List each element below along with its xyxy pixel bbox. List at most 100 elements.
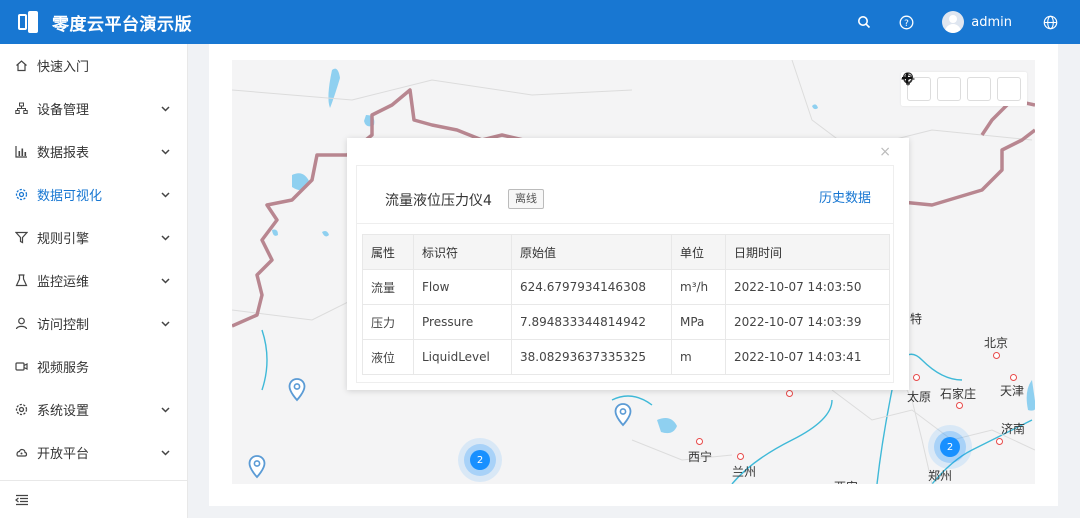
unit-cell: m [671, 339, 726, 375]
globe-icon[interactable] [1042, 14, 1058, 30]
chevron-down-icon [161, 321, 170, 327]
city-label: 济南 [1001, 422, 1026, 436]
city-marker[interactable] [913, 374, 920, 381]
unit-cell: m³/h [671, 269, 726, 305]
menu-collapse-icon[interactable] [15, 494, 29, 506]
attribute-table: 属性 标识符 原始值 单位 日期时间 流量 Flow 624.679793414… [362, 234, 890, 375]
sidebar-item-device-management[interactable]: 设备管理 [0, 87, 187, 130]
column-header: 标识符 [413, 234, 512, 270]
city-marker[interactable] [956, 402, 963, 409]
device-pin-icon[interactable] [614, 403, 632, 427]
sidebar-item-label: 系统设置 [37, 404, 90, 419]
value-cell: 624.6797934146308 [511, 269, 672, 305]
city-marker[interactable] [1010, 374, 1017, 381]
value-cell: 7.894833344814942 [511, 304, 672, 340]
sidebar-item-rule-engine[interactable]: 规则引擎 [0, 216, 187, 259]
zoom-in-button[interactable] [902, 73, 991, 101]
sidebar-item-system-settings[interactable]: 系统设置 [0, 388, 187, 431]
device-tree-icon [15, 102, 28, 115]
table-row: 压力 Pressure 7.894833344814942 MPa 2022-1… [362, 304, 890, 340]
city-label: 石家庄 [940, 387, 977, 401]
city-label: 特 [910, 312, 923, 326]
map-toolbar [901, 72, 1027, 106]
header-actions: ? admin [856, 0, 1080, 44]
sidebar-item-label: 数据报表 [37, 146, 90, 161]
column-header: 单位 [671, 234, 726, 270]
city-label: 西宁 [688, 450, 713, 464]
chevron-down-icon [161, 235, 170, 241]
locate-button[interactable] [901, 72, 961, 101]
search-icon[interactable] [856, 14, 872, 30]
video-icon [15, 360, 28, 373]
city-marker[interactable] [996, 438, 1003, 445]
unit-cell: MPa [671, 304, 726, 340]
sidebar-item-label: 快速入门 [37, 60, 90, 75]
settings-icon [15, 403, 28, 416]
attr-cell: 流量 [362, 269, 414, 305]
home-icon [15, 59, 28, 72]
close-icon[interactable]: × [879, 144, 891, 160]
city-marker[interactable] [737, 453, 744, 460]
city-marker[interactable] [786, 390, 793, 397]
sidebar-item-label: 数据可视化 [37, 189, 103, 204]
city-label: 郑州 [928, 469, 953, 483]
device-pin-icon[interactable] [288, 378, 306, 402]
city-marker[interactable] [696, 438, 703, 445]
avatar[interactable] [942, 11, 965, 33]
device-card-header: 流量液位压力仪4 离线 历史数据 [357, 166, 893, 224]
bar-chart-icon [15, 145, 28, 158]
chevron-down-icon [161, 192, 170, 198]
user-icon [15, 317, 28, 330]
svg-text:?: ? [904, 19, 909, 29]
logo-icon [18, 11, 40, 33]
device-cluster[interactable]: 2 [458, 438, 502, 482]
help-icon[interactable]: ? [898, 14, 914, 30]
sidebar-item-access-control[interactable]: 访问控制 [0, 302, 187, 345]
sidebar-item-video-service[interactable]: 视频服务 [0, 345, 187, 388]
sidebar-item-data-reports[interactable]: 数据报表 [0, 130, 187, 173]
cluster-count: 2 [470, 450, 490, 470]
city-label: 天津 [1000, 384, 1025, 398]
device-name: 流量液位压力仪4 [385, 193, 492, 209]
status-badge: 离线 [508, 189, 544, 209]
time-cell: 2022-10-07 14:03:50 [725, 269, 890, 305]
sidebar-footer [0, 480, 187, 518]
sidebar-item-quickstart[interactable]: 快速入门 [0, 44, 187, 87]
chevron-down-icon [161, 407, 170, 413]
city-label: 兰州 [732, 465, 757, 479]
sidebar-item-label: 监控运维 [37, 275, 90, 290]
city-label: 西安 [834, 478, 858, 484]
device-pin-icon[interactable] [248, 455, 266, 479]
city-marker[interactable] [993, 352, 1000, 359]
sidebar-item-open-platform[interactable]: 开放平台 [0, 431, 187, 474]
app-title: 零度云平台演示版 [52, 14, 192, 35]
identifier-cell: Pressure [413, 304, 512, 340]
flask-icon [15, 274, 28, 287]
sidebar-item-label: 访问控制 [37, 318, 90, 333]
table-row: 液位 LiquidLevel 38.08293637335325 m 2022-… [362, 339, 890, 375]
column-header: 日期时间 [725, 234, 890, 270]
sidebar: 快速入门 设备管理 数据报表 数据可视化 规则引擎 监控运维 访问控制 视频服务… [0, 44, 188, 518]
device-card: 流量液位压力仪4 离线 历史数据 属性 标识符 原始值 单位 日期时间 流量 F… [356, 165, 894, 383]
cluster-count: 2 [940, 437, 960, 457]
username[interactable]: admin [971, 15, 1012, 30]
time-cell: 2022-10-07 14:03:39 [725, 304, 890, 340]
zoom-out-icon [902, 77, 912, 79]
device-cluster[interactable]: 2 [928, 425, 972, 469]
sidebar-item-monitoring[interactable]: 监控运维 [0, 259, 187, 302]
cloud-icon [15, 446, 28, 459]
gear-icon [15, 188, 28, 201]
chevron-down-icon [161, 278, 170, 284]
sidebar-item-data-visualization[interactable]: 数据可视化 [0, 173, 187, 216]
city-label: 太原 [907, 390, 932, 404]
table-header-row: 属性 标识符 原始值 单位 日期时间 [362, 234, 890, 270]
zoom-out-button[interactable] [902, 77, 1021, 101]
sidebar-item-label: 开放平台 [37, 447, 90, 462]
device-info-popup: × 流量液位压力仪4 离线 历史数据 属性 标识符 原始值 单位 日期时间 流量… [347, 138, 909, 390]
chevron-down-icon [161, 106, 170, 112]
sidebar-item-label: 视频服务 [37, 361, 90, 376]
column-header: 原始值 [511, 234, 672, 270]
city-label: 北京 [984, 336, 1009, 350]
history-data-link[interactable]: 历史数据 [819, 187, 871, 206]
filter-icon [15, 231, 28, 244]
